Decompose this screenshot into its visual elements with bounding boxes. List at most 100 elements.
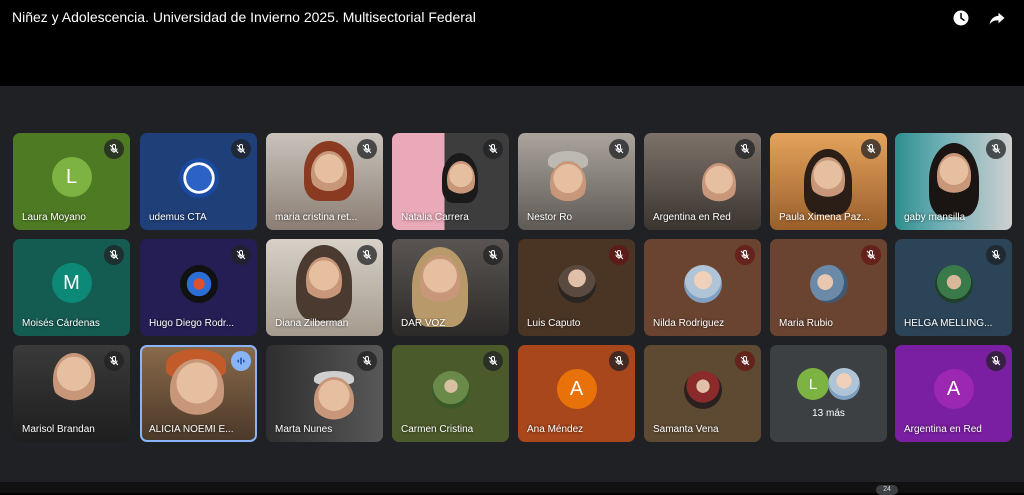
avatar [809, 265, 848, 303]
mic-muted-icon [735, 139, 755, 159]
participant-name: Luis Caputo [527, 318, 581, 329]
participant-name: Samanta Vena [653, 424, 719, 435]
mic-muted-icon [483, 351, 503, 371]
avatar [557, 265, 596, 303]
participant-grid: L Laura Moyano udemus CTA maria cristina… [13, 133, 1012, 445]
avatar [178, 158, 219, 198]
participant-tile[interactable]: Natalia Carrera [392, 133, 509, 230]
participant-name: Nilda Rodriguez [653, 318, 725, 329]
participant-tile[interactable]: Maria Rubio [770, 239, 887, 336]
participant-name: Marta Nunes [275, 424, 333, 435]
mic-muted-icon [104, 139, 124, 159]
participant-tile[interactable]: DAR VOZ [392, 239, 509, 336]
participant-name: udemus CTA [149, 212, 207, 223]
participant-name: Laura Moyano [22, 212, 86, 223]
participant-tile[interactable]: Argentina en Red [644, 133, 761, 230]
participant-tile[interactable]: ALICIA NOEMI E... [140, 345, 257, 442]
participant-tile[interactable]: Marisol Brandan [13, 345, 130, 442]
video-feed [420, 255, 460, 307]
mic-muted-icon [735, 245, 755, 265]
avatar: L [797, 368, 829, 400]
clock-icon [953, 10, 969, 26]
participant-name: DAR VOZ [401, 318, 446, 329]
video-title: Niñez y Adolescencia. Universidad de Inv… [12, 9, 476, 25]
avatar [828, 368, 860, 400]
participant-tile[interactable]: gaby mansilla [895, 133, 1012, 230]
mic-muted-icon [357, 351, 377, 371]
mic-muted-icon [483, 245, 503, 265]
video-feed [53, 353, 95, 405]
participant-name: Diana Zilberman [275, 318, 349, 329]
avatar: A [933, 369, 974, 409]
video-feed [937, 153, 971, 197]
participant-name: Argentina en Red [653, 212, 731, 223]
participant-tile[interactable]: L Laura Moyano [13, 133, 130, 230]
participant-tile[interactable]: Nilda Rodriguez [644, 239, 761, 336]
participant-tile[interactable]: HELGA MELLING... [895, 239, 1012, 336]
mic-muted-icon [609, 351, 629, 371]
title-bar: Niñez y Adolescencia. Universidad de Inv… [0, 0, 1024, 86]
mic-muted-icon [231, 245, 251, 265]
mic-muted-icon [104, 351, 124, 371]
participant-name: Marisol Brandan [22, 424, 95, 435]
participant-tile[interactable]: Luis Caputo [518, 239, 635, 336]
participant-name: gaby mansilla [904, 212, 966, 223]
participant-name: maria cristina ret... [275, 212, 358, 223]
participant-tile[interactable]: Hugo Diego Rodr... [140, 239, 257, 336]
participant-name: Carmen Cristina [401, 424, 474, 435]
video-feed [550, 161, 586, 205]
video-feed [306, 257, 342, 303]
participant-tile[interactable]: A Ana Méndez [518, 345, 635, 442]
participant-name: Paula Ximena Paz... [779, 212, 870, 223]
mic-muted-icon [986, 245, 1006, 265]
participant-name: Argentina en Red [904, 424, 982, 435]
participant-name: Maria Rubio [779, 318, 833, 329]
share-button[interactable] [987, 8, 1007, 28]
video-feed [170, 359, 224, 419]
participant-name: Natalia Carrera [401, 212, 469, 223]
video-feed [311, 151, 347, 195]
participant-tile[interactable]: Carmen Cristina [392, 345, 509, 442]
participant-tile[interactable]: Samanta Vena [644, 345, 761, 442]
participant-name: Moisés Cárdenas [22, 318, 100, 329]
video-feed [314, 377, 354, 423]
meeting-stage: L Laura Moyano udemus CTA maria cristina… [0, 86, 1024, 493]
mic-muted-icon [609, 245, 629, 265]
participant-tile[interactable]: Diana Zilberman [266, 239, 383, 336]
avatar: L [51, 157, 92, 197]
speaking-indicator-icon [231, 351, 251, 371]
control-bar-edge [0, 482, 1024, 493]
video-feed [702, 163, 736, 205]
participant-name: Nestor Ro [527, 212, 573, 223]
avatar [934, 265, 973, 303]
participant-tile[interactable]: Nestor Ro [518, 133, 635, 230]
mic-muted-icon [357, 139, 377, 159]
mic-muted-icon [104, 245, 124, 265]
avatar: A [556, 369, 597, 409]
mic-muted-icon [986, 351, 1006, 371]
avatar [431, 371, 470, 409]
watch-later-button[interactable] [951, 8, 971, 28]
participant-tile[interactable]: M Moisés Cárdenas [13, 239, 130, 336]
participant-name: Hugo Diego Rodr... [149, 318, 235, 329]
participant-name: HELGA MELLING... [904, 318, 993, 329]
participant-tile[interactable]: maria cristina ret... [266, 133, 383, 230]
mic-muted-icon [735, 351, 755, 371]
mic-muted-icon [861, 245, 881, 265]
participant-tile[interactable]: Paula Ximena Paz... [770, 133, 887, 230]
video-feed [811, 157, 845, 201]
avatar [683, 265, 722, 303]
participant-tile[interactable]: udemus CTA [140, 133, 257, 230]
more-participants-count: 13 más [812, 408, 845, 419]
participant-tile[interactable]: Marta Nunes [266, 345, 383, 442]
participant-name: ALICIA NOEMI E... [149, 424, 234, 435]
avatar [683, 371, 722, 409]
share-arrow-icon [989, 12, 1005, 25]
mic-muted-icon [861, 139, 881, 159]
mic-muted-icon [483, 139, 503, 159]
mic-muted-icon [231, 139, 251, 159]
avatar [179, 265, 218, 303]
more-participants-tile[interactable]: L 13 más [770, 345, 887, 442]
participant-tile[interactable]: A Argentina en Red [895, 345, 1012, 442]
participant-count-badge: 24 [876, 485, 898, 495]
